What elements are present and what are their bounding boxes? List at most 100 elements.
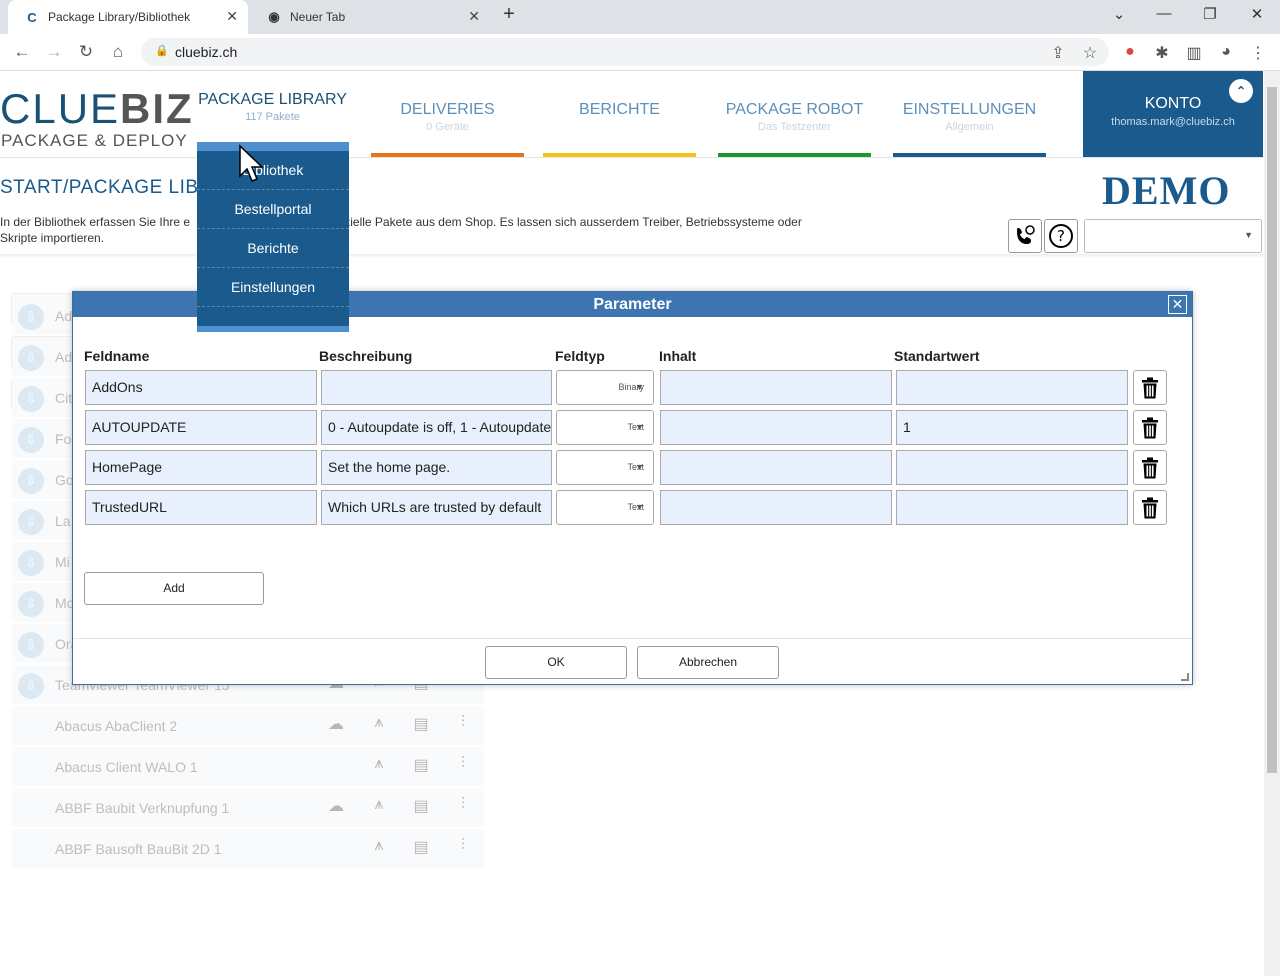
dialog-close-button[interactable]: ✕ bbox=[1168, 295, 1187, 314]
inhalt-input[interactable] bbox=[660, 410, 892, 445]
settings-sliders-icon[interactable]: ⫶ bbox=[449, 714, 477, 740]
menu-tab-einstellungen[interactable]: EINSTELLUNGEN Allgemein bbox=[893, 71, 1046, 157]
menu-tab-title: PACKAGE LIBRARY bbox=[198, 91, 347, 108]
page-description: In der Bibliothek erfassen Sie Ihre e ere… bbox=[0, 214, 880, 246]
minimize-icon[interactable]: — bbox=[1152, 5, 1176, 22]
standartwert-input[interactable] bbox=[896, 370, 1128, 405]
forward-icon[interactable]: → bbox=[42, 42, 66, 62]
table-row[interactable]: Abacus Client WALO 1 ⩚ ▤ ⫶ bbox=[12, 747, 484, 787]
cancel-button[interactable]: Abbrechen bbox=[637, 646, 779, 679]
inhalt-input[interactable] bbox=[660, 370, 892, 405]
scrollbar-thumb[interactable] bbox=[1267, 87, 1277, 773]
close-window-icon[interactable]: ✕ bbox=[1245, 5, 1269, 23]
back-icon[interactable]: ← bbox=[10, 42, 34, 62]
deploy-icon[interactable]: ⩚ bbox=[365, 837, 393, 863]
beschreibung-input[interactable]: Set the home page. bbox=[321, 450, 552, 485]
color-extension-icon[interactable]: ● bbox=[1119, 43, 1141, 61]
browser-tab[interactable]: ◉ Neuer Tab ✕ bbox=[250, 0, 490, 34]
feldname-input[interactable]: HomePage bbox=[85, 450, 317, 485]
document-icon[interactable]: ▤ bbox=[407, 755, 435, 781]
resize-grip-icon[interactable] bbox=[1181, 673, 1189, 681]
delete-row-button[interactable] bbox=[1133, 490, 1167, 525]
document-icon[interactable]: ▤ bbox=[407, 714, 435, 740]
feldname-input[interactable]: AUTOUPDATE bbox=[85, 410, 317, 445]
download-cloud-icon: ⇩ bbox=[18, 632, 44, 658]
dropdown-item-bestellportal[interactable]: Bestellportal bbox=[197, 190, 349, 229]
help-button[interactable]: ? bbox=[1044, 219, 1078, 253]
header-shadow bbox=[0, 254, 1264, 258]
menu-tab-deliveries[interactable]: DELIVERIES 0 Geräte bbox=[371, 71, 524, 157]
browser-menu-icon[interactable]: ⋮ bbox=[1247, 43, 1269, 63]
delete-row-button[interactable] bbox=[1133, 410, 1167, 445]
menu-tab-berichte[interactable]: BERICHTE bbox=[543, 71, 696, 157]
share-icon[interactable]: ⇪ bbox=[1047, 43, 1069, 63]
table-row[interactable]: ABBF Baubit Verknupfung 1 ☁ ⩚ ▤ ⫶ bbox=[12, 788, 484, 828]
settings-sliders-icon[interactable]: ⫶ bbox=[449, 755, 477, 781]
column-standartwert: Standartwert bbox=[894, 348, 980, 364]
settings-sliders-icon[interactable]: ⫶ bbox=[449, 837, 477, 863]
feldtyp-select[interactable]: Text ▼ bbox=[556, 450, 654, 485]
deploy-icon[interactable]: ⩚ bbox=[365, 796, 393, 822]
cloud-upload-icon[interactable]: ☁ bbox=[322, 796, 350, 822]
deploy-icon[interactable]: ⩚ bbox=[365, 714, 393, 740]
standartwert-input[interactable]: 1 bbox=[896, 410, 1128, 445]
new-tab-icon[interactable]: + bbox=[497, 3, 521, 26]
document-icon[interactable]: ▤ bbox=[407, 837, 435, 863]
svg-text:?: ? bbox=[1057, 227, 1065, 245]
description-part: eren offizielle Pakete aus dem Shop. Es … bbox=[301, 215, 802, 229]
address-bar[interactable]: 🔒 cluebiz.ch bbox=[141, 38, 1109, 66]
feldtyp-select[interactable]: Binary ▼ bbox=[556, 370, 654, 405]
menu-tab-package-robot[interactable]: PACKAGE ROBOT Das Testzenter bbox=[718, 71, 871, 157]
column-feldname: Feldname bbox=[84, 348, 150, 364]
beschreibung-input[interactable]: 0 - Autoupdate is off, 1 - Autoupdate is… bbox=[321, 410, 552, 445]
beschreibung-input[interactable] bbox=[321, 370, 552, 405]
feldtyp-select[interactable]: Text ▼ bbox=[556, 410, 654, 445]
reload-icon[interactable]: ↻ bbox=[74, 42, 98, 62]
inhalt-input[interactable] bbox=[660, 450, 892, 485]
deploy-icon[interactable]: ⩚ bbox=[365, 755, 393, 781]
beschreibung-input-value: Which URLs are trusted by default bbox=[328, 499, 542, 515]
browser-tab-active[interactable]: C Package Library/Bibliothek ✕ bbox=[8, 0, 248, 34]
restore-icon[interactable]: ❐ bbox=[1198, 5, 1222, 23]
table-row[interactable]: ABBF Bausoft BauBit 2D 1 ⩚ ▤ ⫶ bbox=[12, 829, 484, 869]
account-panel[interactable]: KONTO thomas.mark@cluebiz.ch ⌃ bbox=[1083, 71, 1263, 157]
account-email: thomas.mark@cluebiz.ch bbox=[1111, 116, 1235, 128]
download-cloud-icon: ⇩ bbox=[18, 591, 44, 617]
header-select[interactable]: ▼ bbox=[1084, 219, 1262, 253]
tab-search-icon[interactable]: ⌄ bbox=[1107, 5, 1131, 23]
ok-button[interactable]: OK bbox=[485, 646, 627, 679]
bookmark-star-icon[interactable]: ☆ bbox=[1079, 43, 1101, 63]
settings-sliders-icon[interactable]: ⫶ bbox=[449, 796, 477, 822]
feldname-input[interactable]: AddOns bbox=[85, 370, 317, 405]
extensions-puzzle-icon[interactable]: ✱ bbox=[1151, 43, 1173, 63]
close-tab-icon[interactable]: ✕ bbox=[226, 8, 238, 25]
feldname-input[interactable]: TrustedURL bbox=[85, 490, 317, 525]
document-icon[interactable]: ▤ bbox=[407, 796, 435, 822]
description-part: In der Bibliothek erfassen Sie Ihre e bbox=[0, 215, 191, 229]
dropdown-item-berichte[interactable]: Berichte bbox=[197, 229, 349, 268]
download-cloud-icon: ⇩ bbox=[18, 304, 44, 330]
page-scrollbar[interactable] bbox=[1264, 71, 1280, 976]
dropdown-item-bibliothek[interactable]: Bibliothek bbox=[197, 151, 349, 190]
cloud-upload-icon[interactable]: ☁ bbox=[322, 714, 350, 740]
delete-row-button[interactable] bbox=[1133, 370, 1167, 405]
inhalt-input[interactable] bbox=[660, 490, 892, 525]
close-tab-icon[interactable]: ✕ bbox=[468, 8, 480, 25]
beschreibung-input-value: Set the home page. bbox=[328, 459, 451, 475]
standartwert-input[interactable] bbox=[896, 490, 1128, 525]
collapse-up-icon[interactable]: ⌃ bbox=[1229, 79, 1253, 103]
home-icon[interactable]: ⌂ bbox=[106, 42, 130, 62]
feldtyp-select[interactable]: Text ▼ bbox=[556, 490, 654, 525]
beschreibung-input[interactable]: Which URLs are trusted by default bbox=[321, 490, 552, 525]
dropdown-item-einstellungen[interactable]: Einstellungen bbox=[197, 268, 349, 307]
side-panel-icon[interactable]: ▥ bbox=[1183, 43, 1205, 63]
table-row[interactable]: Abacus AbaClient 2 ☁ ⩚ ▤ ⫶ bbox=[12, 706, 484, 746]
column-feldtyp: Feldtyp bbox=[555, 348, 605, 364]
support-phone-button[interactable] bbox=[1008, 219, 1042, 253]
standartwert-input[interactable] bbox=[896, 450, 1128, 485]
add-parameter-button[interactable]: Add bbox=[84, 572, 264, 605]
package-name: Ad bbox=[55, 349, 73, 365]
dialog-footer-divider bbox=[73, 638, 1192, 639]
profile-avatar-icon[interactable]: ◕ bbox=[1215, 43, 1237, 61]
delete-row-button[interactable] bbox=[1133, 450, 1167, 485]
